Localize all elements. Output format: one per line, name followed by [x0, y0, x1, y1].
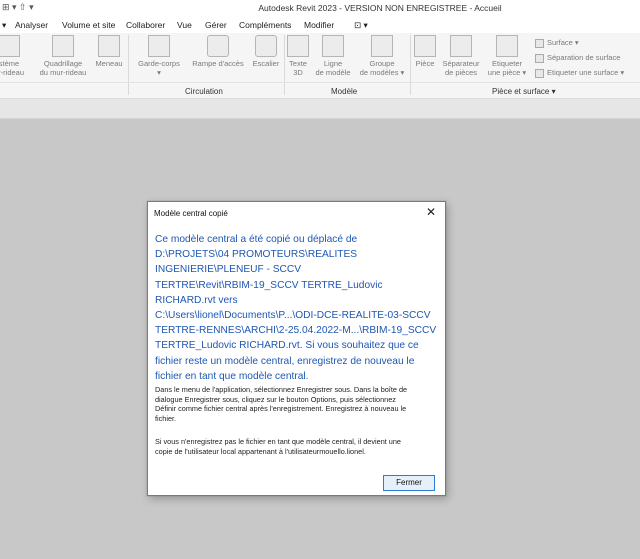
- tool-escalier[interactable]: Escalier: [250, 35, 282, 68]
- tab-complements[interactable]: Compléments: [239, 20, 291, 30]
- tab-collaborer[interactable]: Collaborer: [126, 20, 165, 30]
- panel-label-circulation[interactable]: Circulation: [185, 87, 223, 96]
- tool-separateur-pieces[interactable]: Séparateur de pièces: [439, 35, 483, 77]
- ribbon-tab-bar: ▾ Analyser Volume et site Collaborer Vue…: [0, 16, 640, 33]
- railing-icon: [148, 35, 170, 57]
- tool-garde-corps[interactable]: Garde-corps ▾: [133, 35, 185, 77]
- dialog-note: Si vous n'enregistrez pas le fichier en …: [155, 437, 401, 456]
- tool-groupe-modeles[interactable]: Groupe de modèles ▾: [358, 35, 406, 77]
- title-bar: ⊞ ▾ ⇧ ▾ Autodesk Revit 2023 - VERSION NO…: [0, 0, 640, 16]
- tab-volume-et-site[interactable]: Volume et site: [62, 20, 115, 30]
- options-bar: [0, 99, 640, 119]
- tag-room-icon: [496, 35, 518, 57]
- panel-label-modele[interactable]: Modèle: [331, 87, 357, 96]
- tool-separation-surface[interactable]: Séparation de surface: [535, 53, 620, 63]
- curtain-grid-icon: [52, 35, 74, 57]
- tool-quadrillage[interactable]: Quadrillage du mur-rideau: [34, 35, 92, 77]
- tool-texte-3d[interactable]: Texte 3D: [286, 35, 310, 77]
- tool-surface[interactable]: Surface ▾: [535, 38, 579, 48]
- tab-gerer[interactable]: Gérer: [205, 20, 227, 30]
- panel-label-piece-surface[interactable]: Pièce et surface ▾: [492, 87, 556, 96]
- tab-vue[interactable]: Vue: [177, 20, 192, 30]
- model-group-icon: [371, 35, 393, 57]
- room-icon: [414, 35, 436, 57]
- ramp-icon: [207, 35, 229, 57]
- window-title: Autodesk Revit 2023 - VERSION NON ENREGI…: [258, 3, 502, 13]
- tool-systeme-mur-rideau[interactable]: stème ur-rideau: [0, 35, 24, 77]
- ribbon: stème ur-rideau Quadrillage du mur-ridea…: [0, 33, 640, 99]
- model-text-icon: [287, 35, 309, 57]
- ribbon-panel-labels: Circulation Modèle Pièce et surface ▾: [0, 82, 640, 99]
- model-line-icon: [322, 35, 344, 57]
- contextual-tab-dropdown[interactable]: ⊡ ▾: [354, 20, 368, 31]
- tool-piece[interactable]: Pièce: [412, 35, 438, 68]
- tag-area-icon: [535, 68, 544, 78]
- tool-etiqueter-piece[interactable]: Etiqueter une pièce ▾: [484, 35, 530, 77]
- dialog-main-message: Ce modèle central a été copié ou déplacé…: [155, 234, 437, 382]
- tool-etiqueter-surface[interactable]: Etiqueter une surface ▾: [535, 68, 624, 78]
- mullion-icon: [98, 35, 120, 57]
- central-model-copied-dialog: Modèle central copié ✕ Ce modèle central…: [147, 201, 446, 496]
- tab-modifier[interactable]: Modifier: [304, 20, 334, 30]
- area-icon: [535, 38, 544, 48]
- dialog-title: Modèle central copié: [154, 209, 228, 218]
- stair-icon: [255, 35, 277, 57]
- tool-rampe-acces[interactable]: Rampe d'accès: [190, 35, 246, 68]
- room-separator-icon: [450, 35, 472, 57]
- tab-overflow[interactable]: ▾: [2, 20, 6, 31]
- close-icon[interactable]: ✕: [423, 204, 439, 220]
- tab-analyser[interactable]: Analyser: [15, 20, 48, 30]
- tool-ligne-modele[interactable]: Ligne de modèle: [311, 35, 355, 77]
- area-boundary-icon: [535, 53, 544, 63]
- dialog-instructions: Dans le menu de l'application, sélection…: [155, 385, 408, 423]
- curtain-system-icon: [0, 35, 20, 57]
- fermer-button[interactable]: Fermer: [383, 475, 435, 491]
- tool-meneau[interactable]: Meneau: [92, 35, 126, 68]
